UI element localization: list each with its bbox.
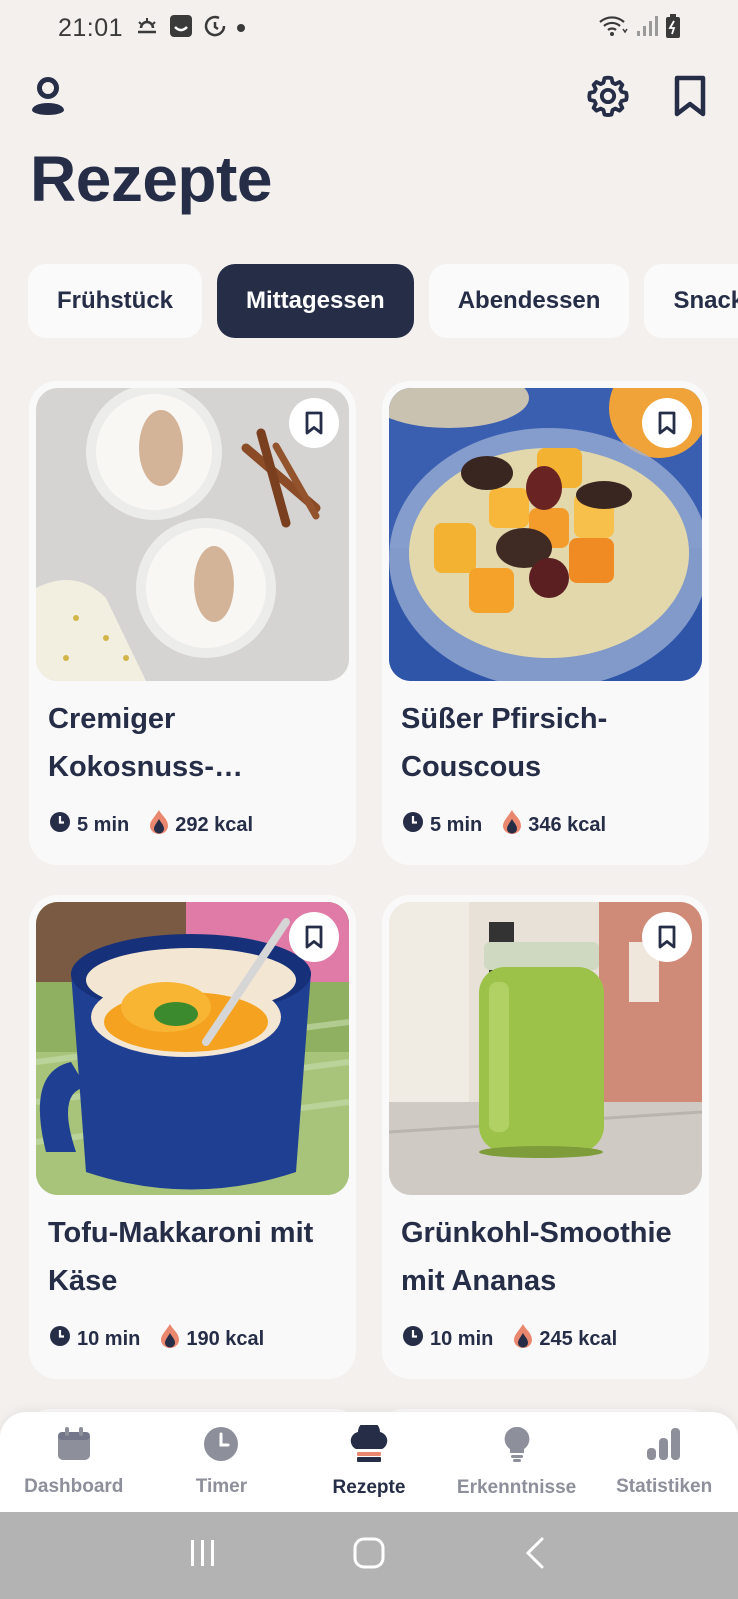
calendar-icon: [56, 1426, 92, 1468]
recipe-time: 10 min: [430, 1327, 494, 1350]
chef-hat-icon: [346, 1421, 392, 1469]
clock-icon: [203, 1426, 239, 1468]
nav-statistiken-label: Statistiken: [616, 1476, 713, 1497]
profile-icon: [29, 75, 67, 122]
bookmark-button[interactable]: [289, 912, 339, 962]
clock-icon: [49, 1325, 71, 1353]
profile-button[interactable]: [24, 74, 72, 122]
nav-erkenntnisse-label: Erkenntnisse: [456, 1477, 577, 1498]
recipe-title: Süßer Pfirsich-Couscous: [401, 703, 608, 783]
recipe-title: Cremiger Kokosnuss-Reispu…: [48, 703, 214, 783]
nav-statistiken[interactable]: Statistiken: [594, 1426, 734, 1498]
category-tabs: Frühstück Mittagessen Abendessen Snacks: [28, 264, 738, 338]
status-bar: 21:01: [0, 0, 738, 56]
signal-icon: [636, 15, 658, 42]
recipe-meta: 10 min 190 kcal: [49, 1323, 264, 1355]
bookmark-icon: [304, 925, 324, 949]
recipe-calories: 346 kcal: [528, 813, 607, 836]
recipe-meta: 5 min 292 kcal: [49, 809, 253, 841]
bottom-navigation: Dashboard Timer Rezepte Erkenntnisse Sta…: [0, 1412, 738, 1512]
recipe-grid: Cremiger Kokosnuss-Reispu… 5 min 292 kca…: [29, 381, 709, 1449]
recent-apps-button[interactable]: [173, 1526, 233, 1586]
tab-abendessen[interactable]: Abendessen: [428, 264, 630, 338]
nav-rezepte[interactable]: Rezepte: [299, 1421, 439, 1499]
nav-erkenntnisse[interactable]: Erkenntnisse: [447, 1425, 587, 1499]
saved-recipes-button[interactable]: [666, 74, 714, 122]
recipe-title: Grünkohl-Smoothie mit Ananas: [401, 1217, 672, 1297]
wifi-icon: [598, 15, 628, 42]
recipe-card[interactable]: Cremiger Kokosnuss-Reispu… 5 min 292 kca…: [29, 381, 356, 865]
recipe-time: 5 min: [430, 813, 483, 836]
tab-mittagessen[interactable]: Mittagessen: [217, 264, 414, 338]
clock-icon: [49, 811, 71, 839]
home-button[interactable]: [339, 1526, 399, 1586]
nav-timer-label: Timer: [195, 1476, 248, 1497]
recipe-time: 5 min: [77, 813, 130, 836]
nav-rezepte-label: Rezepte: [332, 1477, 406, 1498]
clock-icon: [402, 811, 424, 839]
app-notification-icon: [169, 14, 193, 43]
tab-fruehstueck[interactable]: Frühstück: [28, 264, 203, 338]
home-icon: [353, 1537, 385, 1574]
recent-apps-icon: [188, 1538, 218, 1573]
recipe-calories: 190 kcal: [186, 1327, 265, 1350]
bookmark-button[interactable]: [642, 912, 692, 962]
clock-icon: [402, 1325, 424, 1353]
weather-icon: [135, 16, 159, 41]
flame-icon: [160, 1323, 180, 1355]
settings-button[interactable]: [584, 74, 632, 122]
bookmark-button[interactable]: [289, 398, 339, 448]
nav-dashboard-label: Dashboard: [24, 1476, 124, 1497]
more-notifications-dot: [237, 24, 246, 32]
tab-snacks[interactable]: Snacks: [644, 264, 738, 338]
recipe-calories: 292 kcal: [175, 813, 254, 836]
recipe-title: Tofu-Makkaroni mit Käse: [48, 1217, 314, 1297]
flame-icon: [502, 809, 522, 841]
bookmark-icon: [673, 75, 707, 122]
system-navigation: [0, 1512, 738, 1599]
recipe-card[interactable]: Grünkohl-Smoothie mit Ananas 10 min 245 …: [382, 895, 709, 1379]
page-title: Rezepte: [30, 143, 272, 215]
recipe-photo-rice-pudding: [36, 388, 349, 681]
nav-timer[interactable]: Timer: [151, 1426, 291, 1498]
status-time: 21:01: [58, 13, 124, 42]
timer-notification-icon: [203, 14, 227, 43]
recipe-card[interactable]: Süßer Pfirsich-Couscous 5 min 346 kcal: [382, 381, 709, 865]
recipe-time: 10 min: [77, 1327, 141, 1350]
recipe-photo-green-smoothie: [389, 902, 702, 1195]
recipe-photo-mac-mug: [36, 902, 349, 1195]
flame-icon: [513, 1323, 533, 1355]
gear-icon: [587, 75, 629, 122]
top-actions: [24, 72, 714, 124]
bookmark-icon: [657, 925, 677, 949]
back-icon: [524, 1537, 546, 1574]
recipe-calories: 245 kcal: [539, 1327, 618, 1350]
back-button[interactable]: [505, 1526, 565, 1586]
battery-icon: [666, 13, 680, 43]
nav-dashboard[interactable]: Dashboard: [4, 1426, 144, 1498]
recipe-card[interactable]: Tofu-Makkaroni mit Käse 10 min 190 kcal: [29, 895, 356, 1379]
bookmark-button[interactable]: [642, 398, 692, 448]
recipe-photo-peach-couscous: [389, 388, 702, 681]
bookmark-icon: [657, 411, 677, 435]
recipe-meta: 5 min 346 kcal: [402, 809, 606, 841]
bookmark-icon: [304, 411, 324, 435]
bar-chart-icon: [645, 1426, 683, 1468]
flame-icon: [149, 809, 169, 841]
lightbulb-icon: [502, 1425, 532, 1469]
recipe-meta: 10 min 245 kcal: [402, 1323, 617, 1355]
